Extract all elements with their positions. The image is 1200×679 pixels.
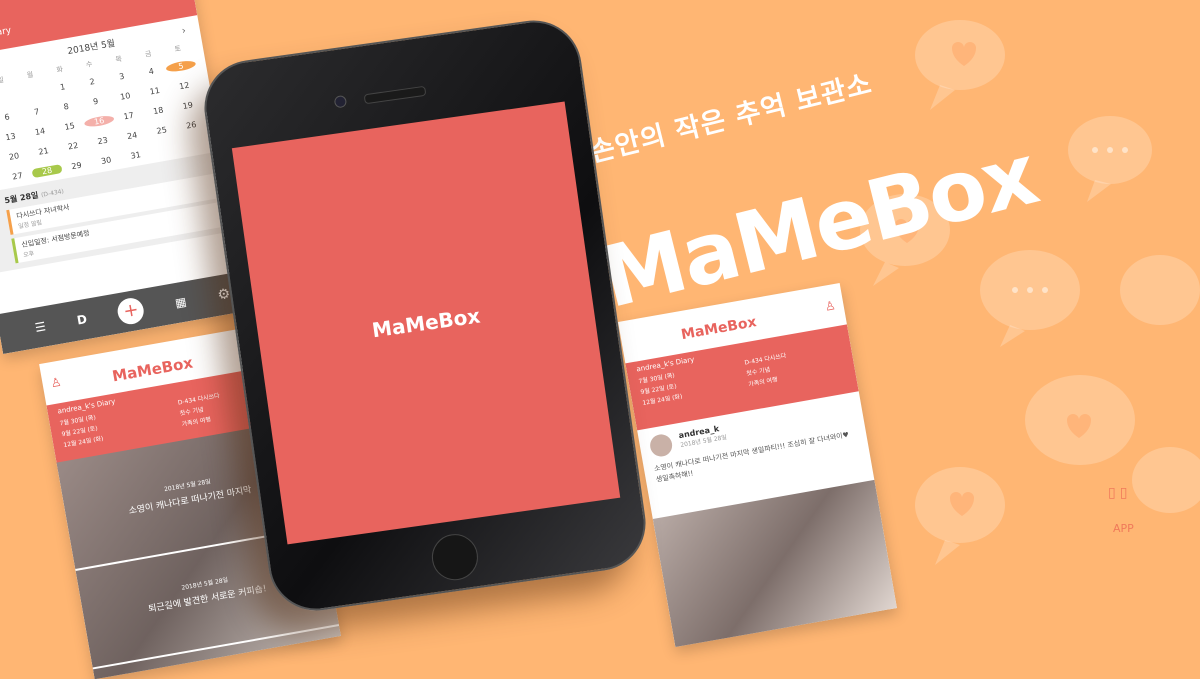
tablet-icon: ▯ [1108, 485, 1120, 501]
calendar-day[interactable]: 28 [31, 164, 63, 179]
calendar-day[interactable]: 27 [2, 169, 33, 183]
calendar-day[interactable]: 31 [120, 148, 151, 162]
post-photo[interactable] [652, 479, 897, 648]
weekday: 화 [55, 65, 64, 75]
add-friend-icon[interactable]: ♙ [49, 375, 62, 391]
calendar-day[interactable]: 17 [113, 109, 144, 123]
splash-logo: MaMeBox [370, 303, 482, 343]
calendar-day[interactable]: 7 [21, 105, 52, 119]
diary-logo: MaMeBox [679, 314, 758, 344]
calendar-day[interactable]: 26 [176, 118, 207, 132]
calendar-day[interactable]: 3 [106, 70, 137, 84]
calendar-day [18, 85, 49, 99]
phone-icon: ▯ [1119, 485, 1132, 501]
weekday: 목 [114, 54, 123, 64]
d-day-button[interactable]: D [76, 312, 88, 328]
calendar-day[interactable]: 13 [0, 130, 26, 144]
calendar-day[interactable]: 10 [110, 89, 141, 103]
calendar-day[interactable]: 4 [136, 64, 167, 78]
calendar-day[interactable]: 12 [169, 79, 200, 93]
weekday: 토 [173, 44, 182, 54]
calendar-day[interactable]: 6 [0, 110, 23, 124]
calendar-day[interactable]: 2 [77, 75, 108, 89]
calendar-day[interactable]: 15 [54, 119, 85, 133]
app-label: APP [1113, 522, 1134, 535]
calendar-day[interactable]: 21 [28, 144, 59, 158]
phone-screen: MaMeBox [231, 101, 621, 545]
weekday: 금 [144, 49, 153, 59]
add-button[interactable]: + [115, 296, 147, 327]
profile-icon[interactable]: ♙ [824, 298, 837, 314]
calendar-day[interactable]: 20 [0, 150, 30, 164]
calendar-day[interactable]: 5 [165, 59, 197, 74]
calendar-day [0, 90, 19, 104]
phone-mockup: MaMeBox [198, 14, 652, 617]
weekday: 수 [85, 60, 94, 70]
calendar-day[interactable]: 9 [80, 95, 111, 109]
list-date: 5월 28일 [3, 190, 40, 206]
device-icons: ▯▯ [1108, 485, 1131, 501]
calendar-header-title: Diary [0, 25, 12, 40]
calendar-day[interactable]: 8 [51, 100, 82, 114]
list-dday: (D-434) [40, 188, 65, 199]
calendar-day[interactable]: 16 [83, 114, 115, 129]
calendar-day[interactable]: 11 [139, 84, 170, 98]
weekday: 월 [26, 70, 34, 80]
calendar-day[interactable]: 29 [61, 159, 92, 173]
list-icon[interactable]: ☰ [34, 319, 47, 335]
calendar-day[interactable]: 30 [91, 154, 122, 168]
avatar [648, 432, 674, 459]
calendar-day [150, 143, 181, 157]
calendar-day[interactable]: 23 [87, 134, 118, 148]
calendar-day[interactable]: 1 [47, 80, 78, 94]
calendar-day[interactable]: 14 [25, 125, 56, 139]
calendar-day[interactable]: 19 [172, 99, 203, 113]
calendar-day[interactable]: 24 [117, 129, 148, 143]
calendar-day[interactable]: 18 [143, 104, 174, 118]
weekday: 일 [0, 75, 5, 85]
calendar-icon[interactable]: ▦ [174, 294, 188, 310]
calendar-day [179, 138, 210, 152]
calendar-day[interactable]: 22 [58, 139, 89, 153]
calendar-day[interactable]: 25 [146, 123, 177, 137]
